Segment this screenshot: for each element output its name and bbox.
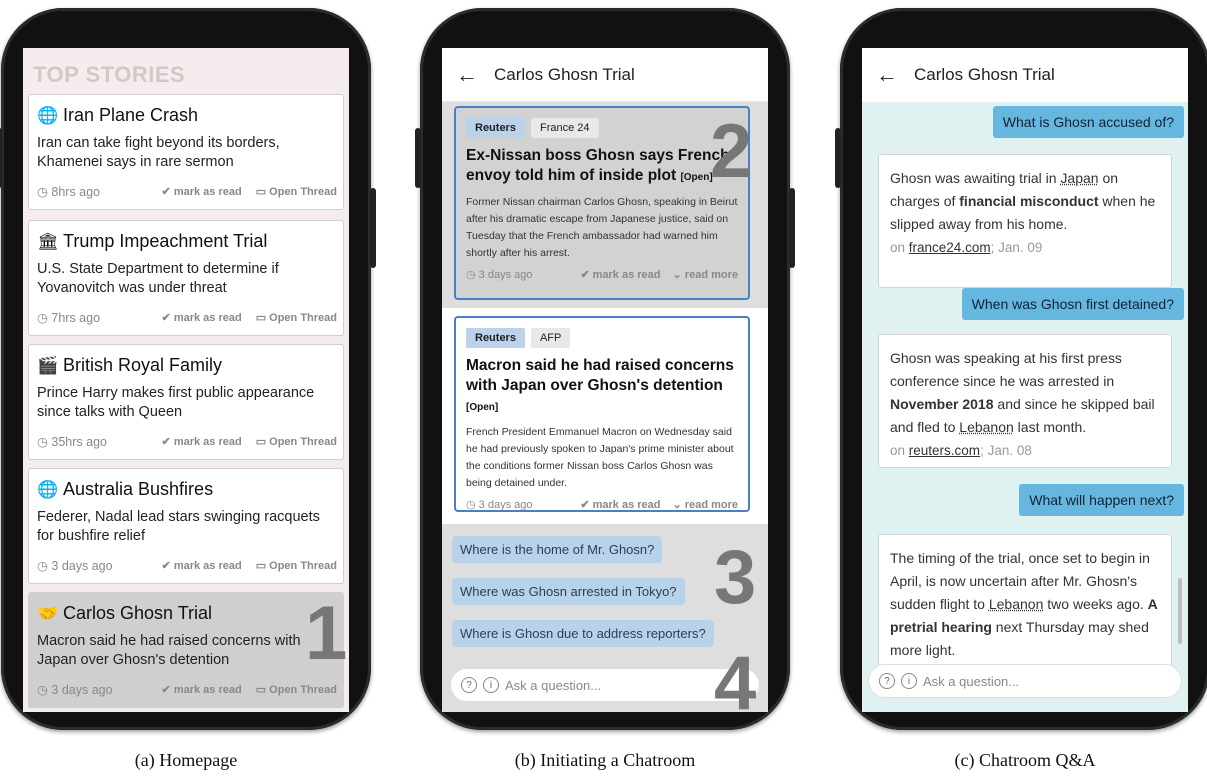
story-card[interactable]: 🤝 Carlos Ghosn Trial Macron said he had ra… (28, 592, 344, 708)
timestamp: ◷ 3 days ago (466, 269, 533, 281)
government-icon: 🏛 (37, 231, 59, 251)
section-title: TOP STORIES (33, 62, 186, 87)
ask-question-input[interactable]: ? i Ask a question... (868, 664, 1182, 698)
suggested-question[interactable]: Where was Ghosn arrested in Tokyo? (452, 578, 685, 605)
user-question: What will happen next? (1019, 484, 1184, 516)
caption-b: (b) Initiating a Chatroom (514, 750, 696, 770)
source-link[interactable]: reuters.com (909, 443, 980, 458)
source-tag[interactable]: AFP (530, 328, 571, 348)
source-tag[interactable]: Reuters (466, 118, 525, 138)
back-arrow-icon[interactable]: ← (876, 62, 898, 88)
phone-qa: ← Carlos Ghosn Trial What is Ghosn accus… (835, 8, 1207, 730)
chatroom-header: ← Carlos Ghosn Trial (442, 48, 768, 102)
homepage-screen: TOP STORIES 🌐 Iran Plane Crash Iran can ta… (23, 48, 349, 712)
article-body: French President Emmanuel Macron on Wedn… (466, 426, 734, 489)
timestamp: ◷ 3 days ago (37, 559, 113, 573)
story-card[interactable]: 🌐 Iran Plane Crash Iran can take fight bey… (28, 94, 344, 210)
source-tag[interactable]: Reuters (466, 328, 525, 348)
story-desc: Prince Harry makes first public appearan… (37, 385, 315, 420)
source-link[interactable]: france24.com (909, 240, 991, 255)
read-more-button[interactable]: ⌄ read more (673, 268, 738, 281)
open-link[interactable]: [Open] (680, 172, 712, 183)
ask-placeholder: Ask a question... (923, 673, 1020, 689)
story-desc: Federer, Nadal lead stars swinging racqu… (37, 509, 320, 544)
chatroom-screen: ← Carlos Ghosn Trial Reuters France 24 E… (442, 48, 768, 712)
story-title: 🏛 Trump Impeachment Trial (37, 231, 268, 251)
clapper-icon: 🎬 (37, 355, 59, 375)
qa-title: Carlos Ghosn Trial (914, 65, 1055, 84)
info-icon[interactable]: i (901, 673, 917, 689)
answer-bubble: Ghosn was speaking at his first press co… (878, 334, 1172, 468)
story-card[interactable]: 🏛 Trump Impeachment Trial U.S. State Depar… (28, 220, 344, 336)
phone-homepage: TOP STORIES 🌐 Iran Plane Crash Iran can ta… (0, 8, 376, 730)
annotation-number-4: 4 (714, 641, 757, 713)
entity-link[interactable]: Lebanon (989, 596, 1044, 612)
back-arrow-icon[interactable]: ← (456, 62, 478, 88)
article-body: Former Nissan chairman Carlos Ghosn, spe… (466, 196, 738, 259)
chatroom-title: Carlos Ghosn Trial (494, 64, 635, 84)
mark-as-read-button[interactable]: ✔ mark as read (162, 311, 242, 324)
mark-as-read-button[interactable]: ✔ mark as read (162, 185, 242, 198)
timestamp: ◷ 7hrs ago (37, 311, 101, 325)
article-card[interactable]: Reuters France 24 Ex-Nissan boss Ghosn s… (454, 106, 750, 300)
article-title: Macron said he had raised concerns with … (466, 357, 734, 413)
read-more-button[interactable]: ⌄ read more (673, 498, 738, 511)
story-desc: Macron said he had raised concerns with … (37, 633, 301, 668)
help-icon[interactable]: ? (879, 673, 895, 689)
globe-icon: 🌐 (37, 105, 59, 125)
story-title: 🌐 Iran Plane Crash (37, 105, 199, 125)
mark-as-read-button[interactable]: ✔ mark as read (580, 268, 660, 281)
qa-screen: ← Carlos Ghosn Trial What is Ghosn accus… (862, 48, 1188, 712)
globe-icon: 🌐 (37, 479, 59, 499)
caption-a: (a) Homepage (134, 750, 238, 770)
annotation-number-2: 2 (710, 109, 753, 194)
answer-bubble: Ghosn was awaiting trial in Japan on cha… (878, 154, 1172, 288)
timestamp: ◷ 8hrs ago (37, 185, 101, 199)
handshake-icon: 🤝 (37, 603, 59, 623)
phone-chatroom: ← Carlos Ghosn Trial Reuters France 24 E… (415, 8, 795, 730)
suggested-question[interactable]: Where is the home of Mr. Ghosn? (452, 536, 663, 563)
mark-as-read-button[interactable]: ✔ mark as read (162, 559, 242, 572)
caption-c: (c) Chatroom Q&A (954, 750, 1096, 770)
article-title: Ex-Nissan boss Ghosn says French envoy t… (466, 147, 730, 184)
story-card[interactable]: 🌐 Australia Bushfires Federer, Nadal lead … (28, 468, 344, 584)
mark-as-read-button[interactable]: ✔ mark as read (162, 435, 242, 448)
open-thread-button[interactable]: ▭ Open Thread (256, 683, 337, 696)
entity-link[interactable]: Lebanon (959, 419, 1014, 435)
user-question: When was Ghosn first detained? (961, 288, 1184, 320)
timestamp: ◷ 35hrs ago (37, 435, 107, 449)
annotation-number-1: 1 (305, 591, 348, 676)
entity-link[interactable]: Japan (1060, 170, 1098, 186)
story-title: 🎬 British Royal Family (37, 355, 223, 375)
suggested-question[interactable]: Where is Ghosn due to address reporters? (452, 620, 714, 647)
open-thread-button[interactable]: ▭ Open Thread (256, 559, 337, 572)
user-question: What is Ghosn accused of? (992, 106, 1184, 138)
annotation-number-3: 3 (714, 535, 757, 620)
info-icon[interactable]: i (483, 677, 499, 693)
story-title: 🤝 Carlos Ghosn Trial (37, 603, 213, 623)
scrollbar[interactable] (1178, 578, 1182, 644)
story-title: 🌐 Australia Bushfires (37, 479, 214, 499)
source-tag[interactable]: France 24 (530, 118, 599, 138)
open-link[interactable]: [Open] (466, 402, 498, 413)
open-thread-button[interactable]: ▭ Open Thread (256, 435, 337, 448)
story-desc: Iran can take fight beyond its borders, … (37, 135, 280, 170)
ask-placeholder: Ask a question... (505, 677, 602, 693)
story-card[interactable]: 🎬 British Royal Family Prince Harry makes … (28, 344, 344, 460)
help-icon[interactable]: ? (461, 677, 477, 693)
open-thread-button[interactable]: ▭ Open Thread (256, 311, 337, 324)
open-thread-button[interactable]: ▭ Open Thread (256, 185, 337, 198)
article-card[interactable]: Reuters AFP Macron said he had raised co… (454, 316, 750, 512)
story-desc: U.S. State Department to determine if Yo… (37, 261, 279, 296)
timestamp: ◷ 3 days ago (37, 683, 113, 697)
mark-as-read-button[interactable]: ✔ mark as read (162, 683, 242, 696)
answer-bubble: The timing of the trial, once set to beg… (878, 534, 1172, 684)
mark-as-read-button[interactable]: ✔ mark as read (580, 498, 660, 511)
timestamp: ◷ 3 days ago (466, 499, 533, 511)
qa-header: ← Carlos Ghosn Trial (862, 48, 1188, 102)
